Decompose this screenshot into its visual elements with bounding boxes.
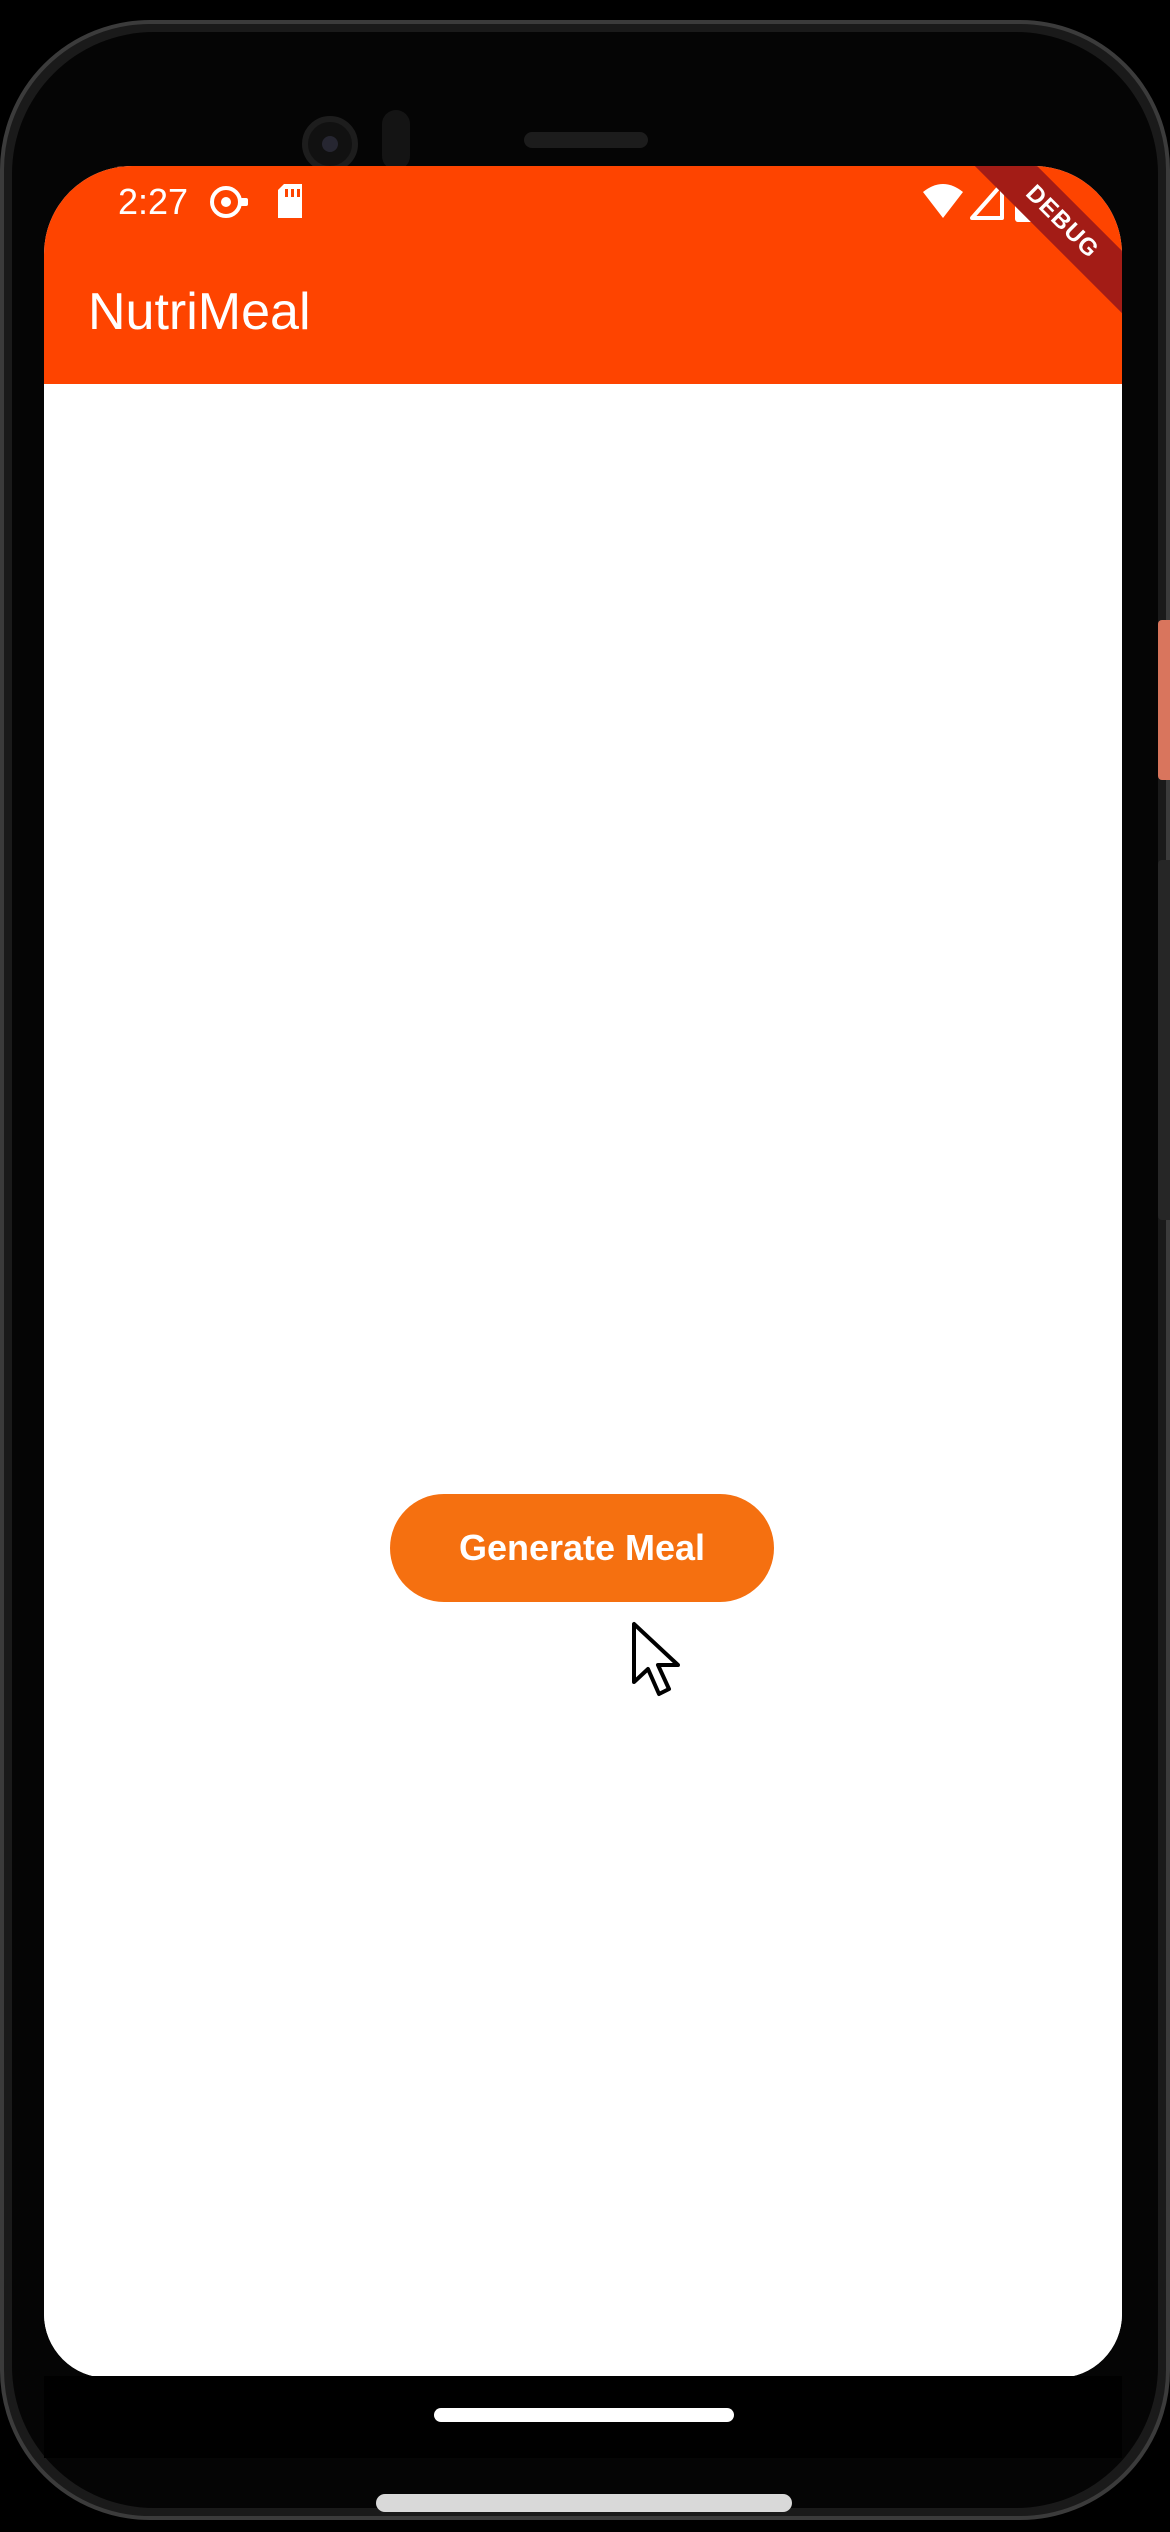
navigation-bar — [44, 2376, 1122, 2458]
volume-button[interactable] — [1158, 860, 1170, 1220]
main-content: Generate Meal — [44, 384, 1122, 2378]
app-bar: NutriMeal — [44, 238, 1122, 384]
generate-meal-button[interactable]: Generate Meal — [390, 1494, 774, 1602]
power-button[interactable] — [1158, 620, 1170, 780]
phone-screen: 2:27 NutriMeal DEBUG Generate Meal — [44, 166, 1122, 2378]
status-time: 2:27 — [118, 181, 189, 222]
home-indicator[interactable] — [434, 2408, 734, 2422]
status-bar: 2:27 — [44, 166, 1122, 238]
sd-card-icon — [278, 184, 302, 218]
earpiece-speaker — [524, 132, 648, 148]
front-camera — [302, 116, 358, 172]
device-bottom-bar — [376, 2494, 792, 2512]
sync-icon — [210, 186, 248, 218]
proximity-sensor — [382, 110, 410, 170]
mouse-pointer-icon — [632, 1622, 680, 1696]
wifi-icon — [923, 184, 963, 218]
app-title: NutriMeal — [88, 283, 311, 341]
